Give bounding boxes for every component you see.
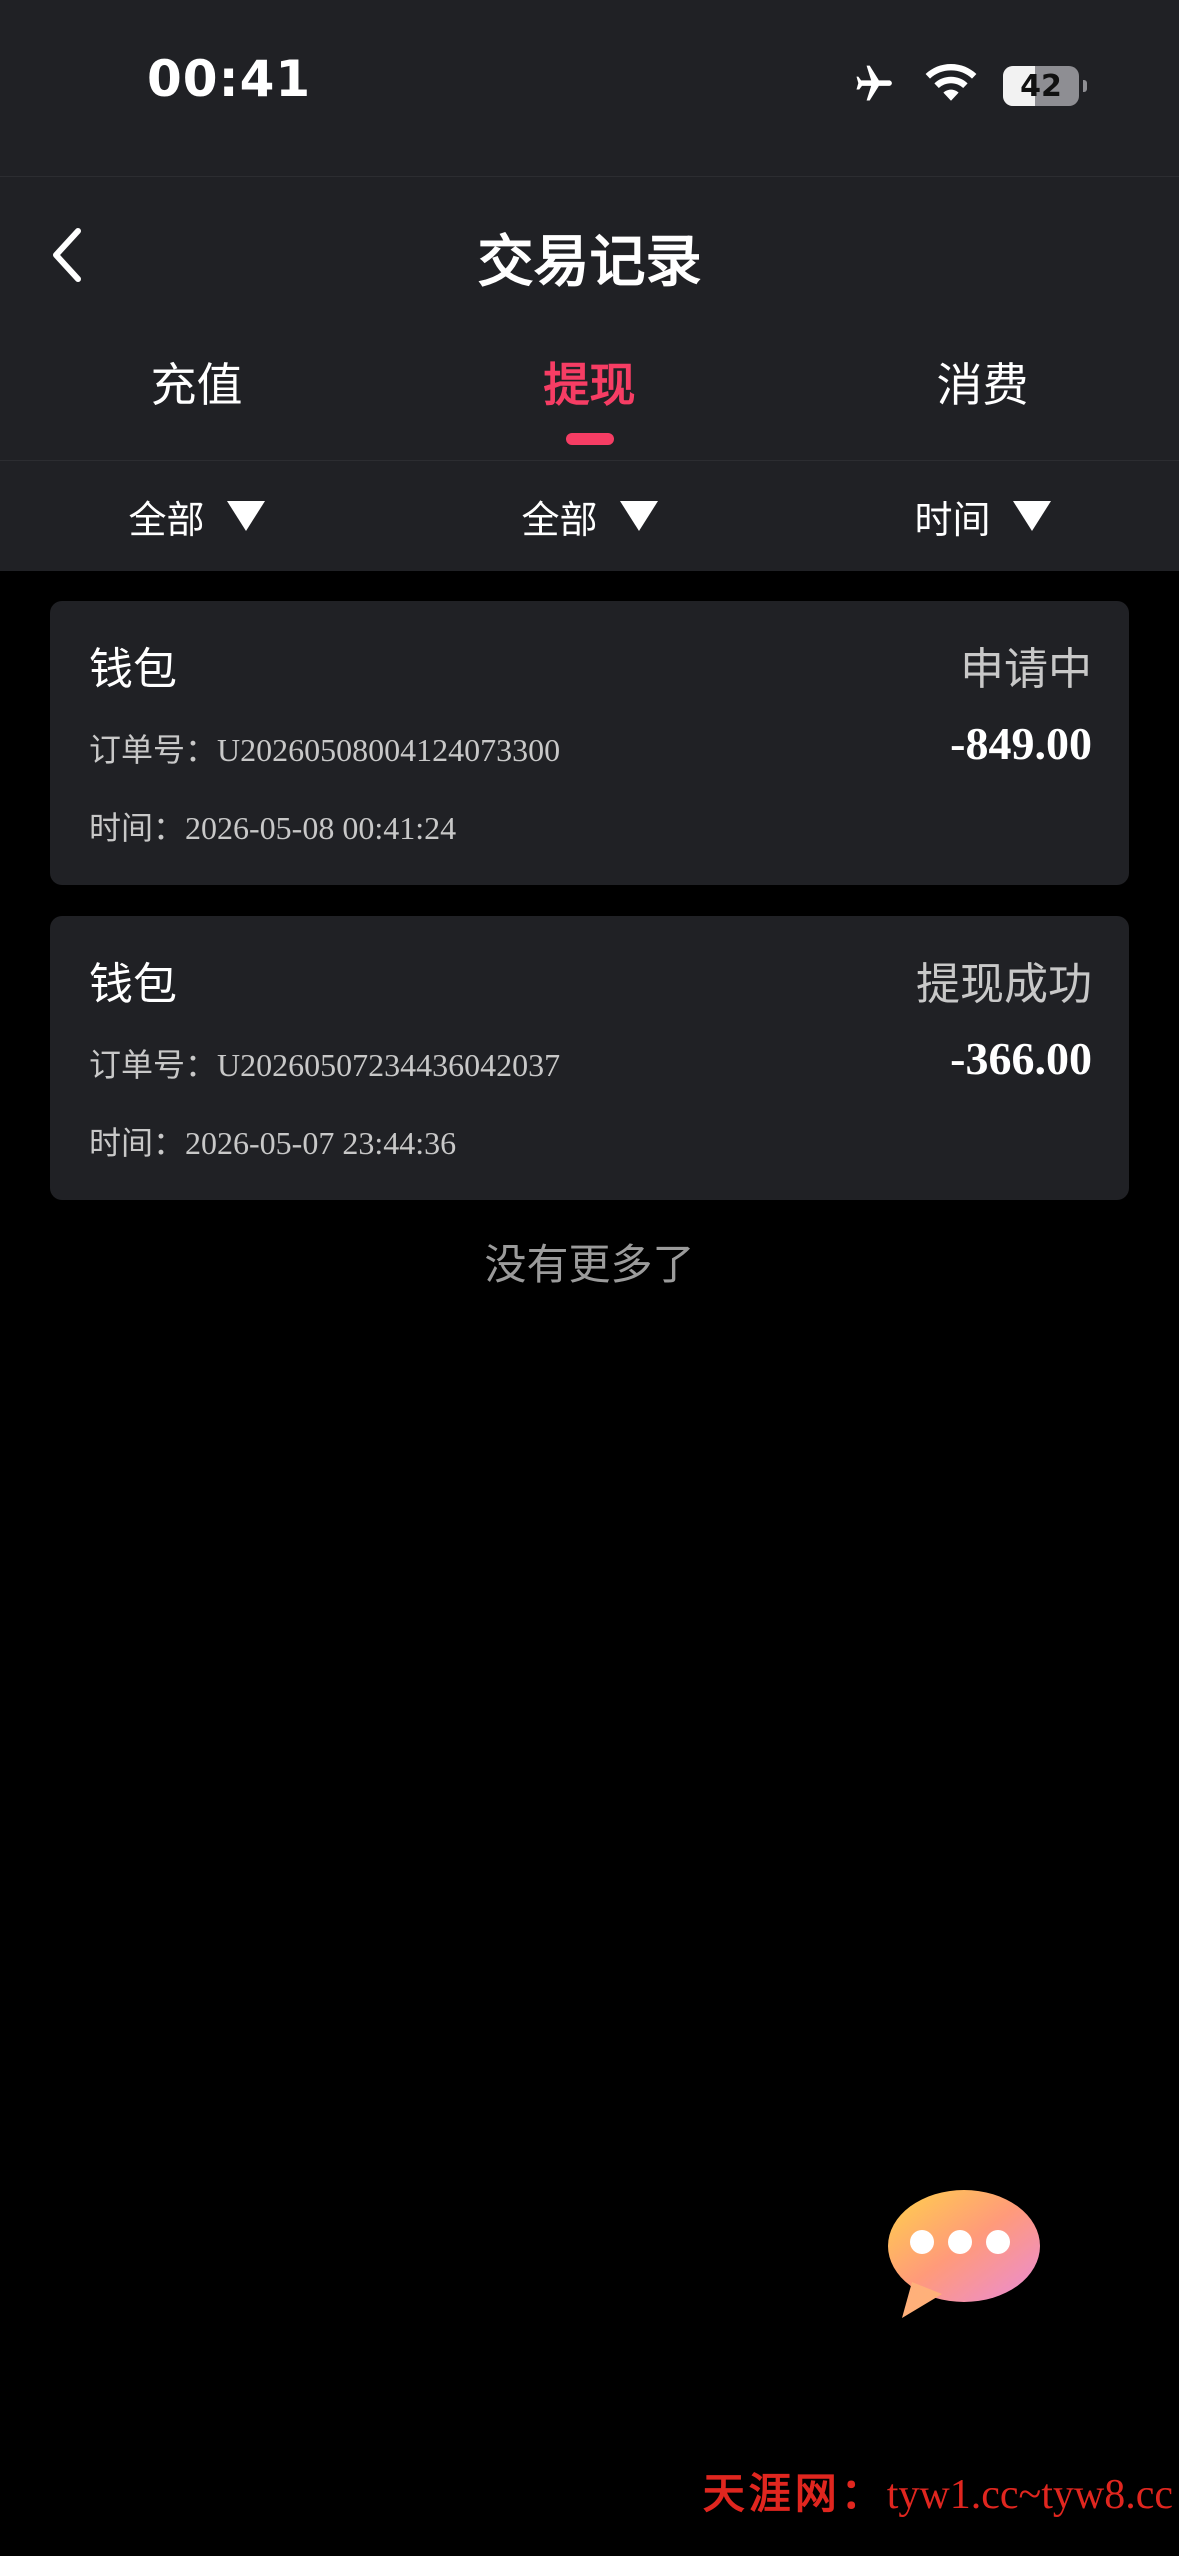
battery-percentage: 42 — [1020, 68, 1062, 104]
list-end-text: 没有更多了 — [484, 1240, 695, 1289]
transaction-list: 钱包 申请中 订单号：U20260508004124073300 -849.00… — [50, 601, 1129, 1292]
filter-dropdown-status[interactable]: 全部 — [393, 461, 786, 571]
transaction-status: 提现成功 — [916, 959, 1092, 1010]
transaction-time: 时间：2026-05-08 00:41:24 — [89, 810, 457, 846]
tab-consume[interactable]: 消费 — [786, 337, 1179, 447]
dropdown-triangle-icon — [226, 501, 265, 531]
tab-label: 充值 — [150, 358, 243, 412]
transaction-amount: -849.00 — [950, 718, 1092, 769]
tab-label: 提现 — [543, 358, 636, 412]
transaction-amount: -366.00 — [950, 1033, 1092, 1084]
filter-label: 全部 — [521, 497, 598, 542]
header: 交易记录 充值 提现 消费 — [0, 176, 1179, 461]
transaction-status: 申请中 — [960, 644, 1092, 695]
transaction-title: 钱包 — [89, 959, 177, 1010]
watermark: 天涯网：tyw1.cc~tyw8.cc — [703, 2460, 1173, 2521]
page-title: 交易记录 — [477, 230, 702, 295]
chat-button[interactable] — [882, 2186, 1046, 2324]
transaction-title: 钱包 — [89, 644, 177, 695]
transaction-order-number: 订单号：U20260507234436042037 — [89, 1047, 561, 1083]
dropdown-triangle-icon — [619, 501, 658, 531]
filter-dropdown-type[interactable]: 全部 — [0, 461, 393, 571]
transaction-order-number: 订单号：U20260508004124073300 — [89, 732, 561, 768]
transaction-card[interactable]: 钱包 申请中 订单号：U20260508004124073300 -849.00… — [50, 601, 1129, 885]
dropdown-triangle-icon — [1012, 501, 1051, 531]
transaction-card[interactable]: 钱包 提现成功 订单号：U20260507234436042037 -366.0… — [50, 916, 1129, 1200]
watermark-domains: tyw1.cc~tyw8.cc — [886, 2472, 1173, 2518]
watermark-title: 天涯网： — [702, 2472, 887, 2518]
tab-withdraw[interactable]: 提现 — [393, 337, 786, 447]
filter-label: 全部 — [128, 497, 205, 542]
tab-label: 消费 — [936, 358, 1029, 412]
filter-bar: 全部 全部 时间 — [0, 460, 1179, 571]
status-icons: 42 — [847, 62, 1087, 110]
airplane-icon — [847, 62, 899, 110]
status-time: 00:41 — [147, 50, 312, 108]
status-bar: 00:41 42 — [0, 0, 1179, 176]
transaction-time: 时间：2026-05-07 23:44:36 — [89, 1125, 457, 1161]
tab-recharge[interactable]: 充值 — [0, 337, 393, 447]
battery-icon: 42 — [1003, 66, 1087, 106]
filter-label: 时间 — [914, 497, 991, 542]
filter-dropdown-time[interactable]: 时间 — [786, 461, 1179, 571]
tab-bar: 充值 提现 消费 — [0, 337, 1179, 447]
chat-bubble-icon — [882, 2190, 1046, 2328]
active-tab-indicator — [565, 433, 614, 445]
wifi-icon — [925, 64, 977, 108]
